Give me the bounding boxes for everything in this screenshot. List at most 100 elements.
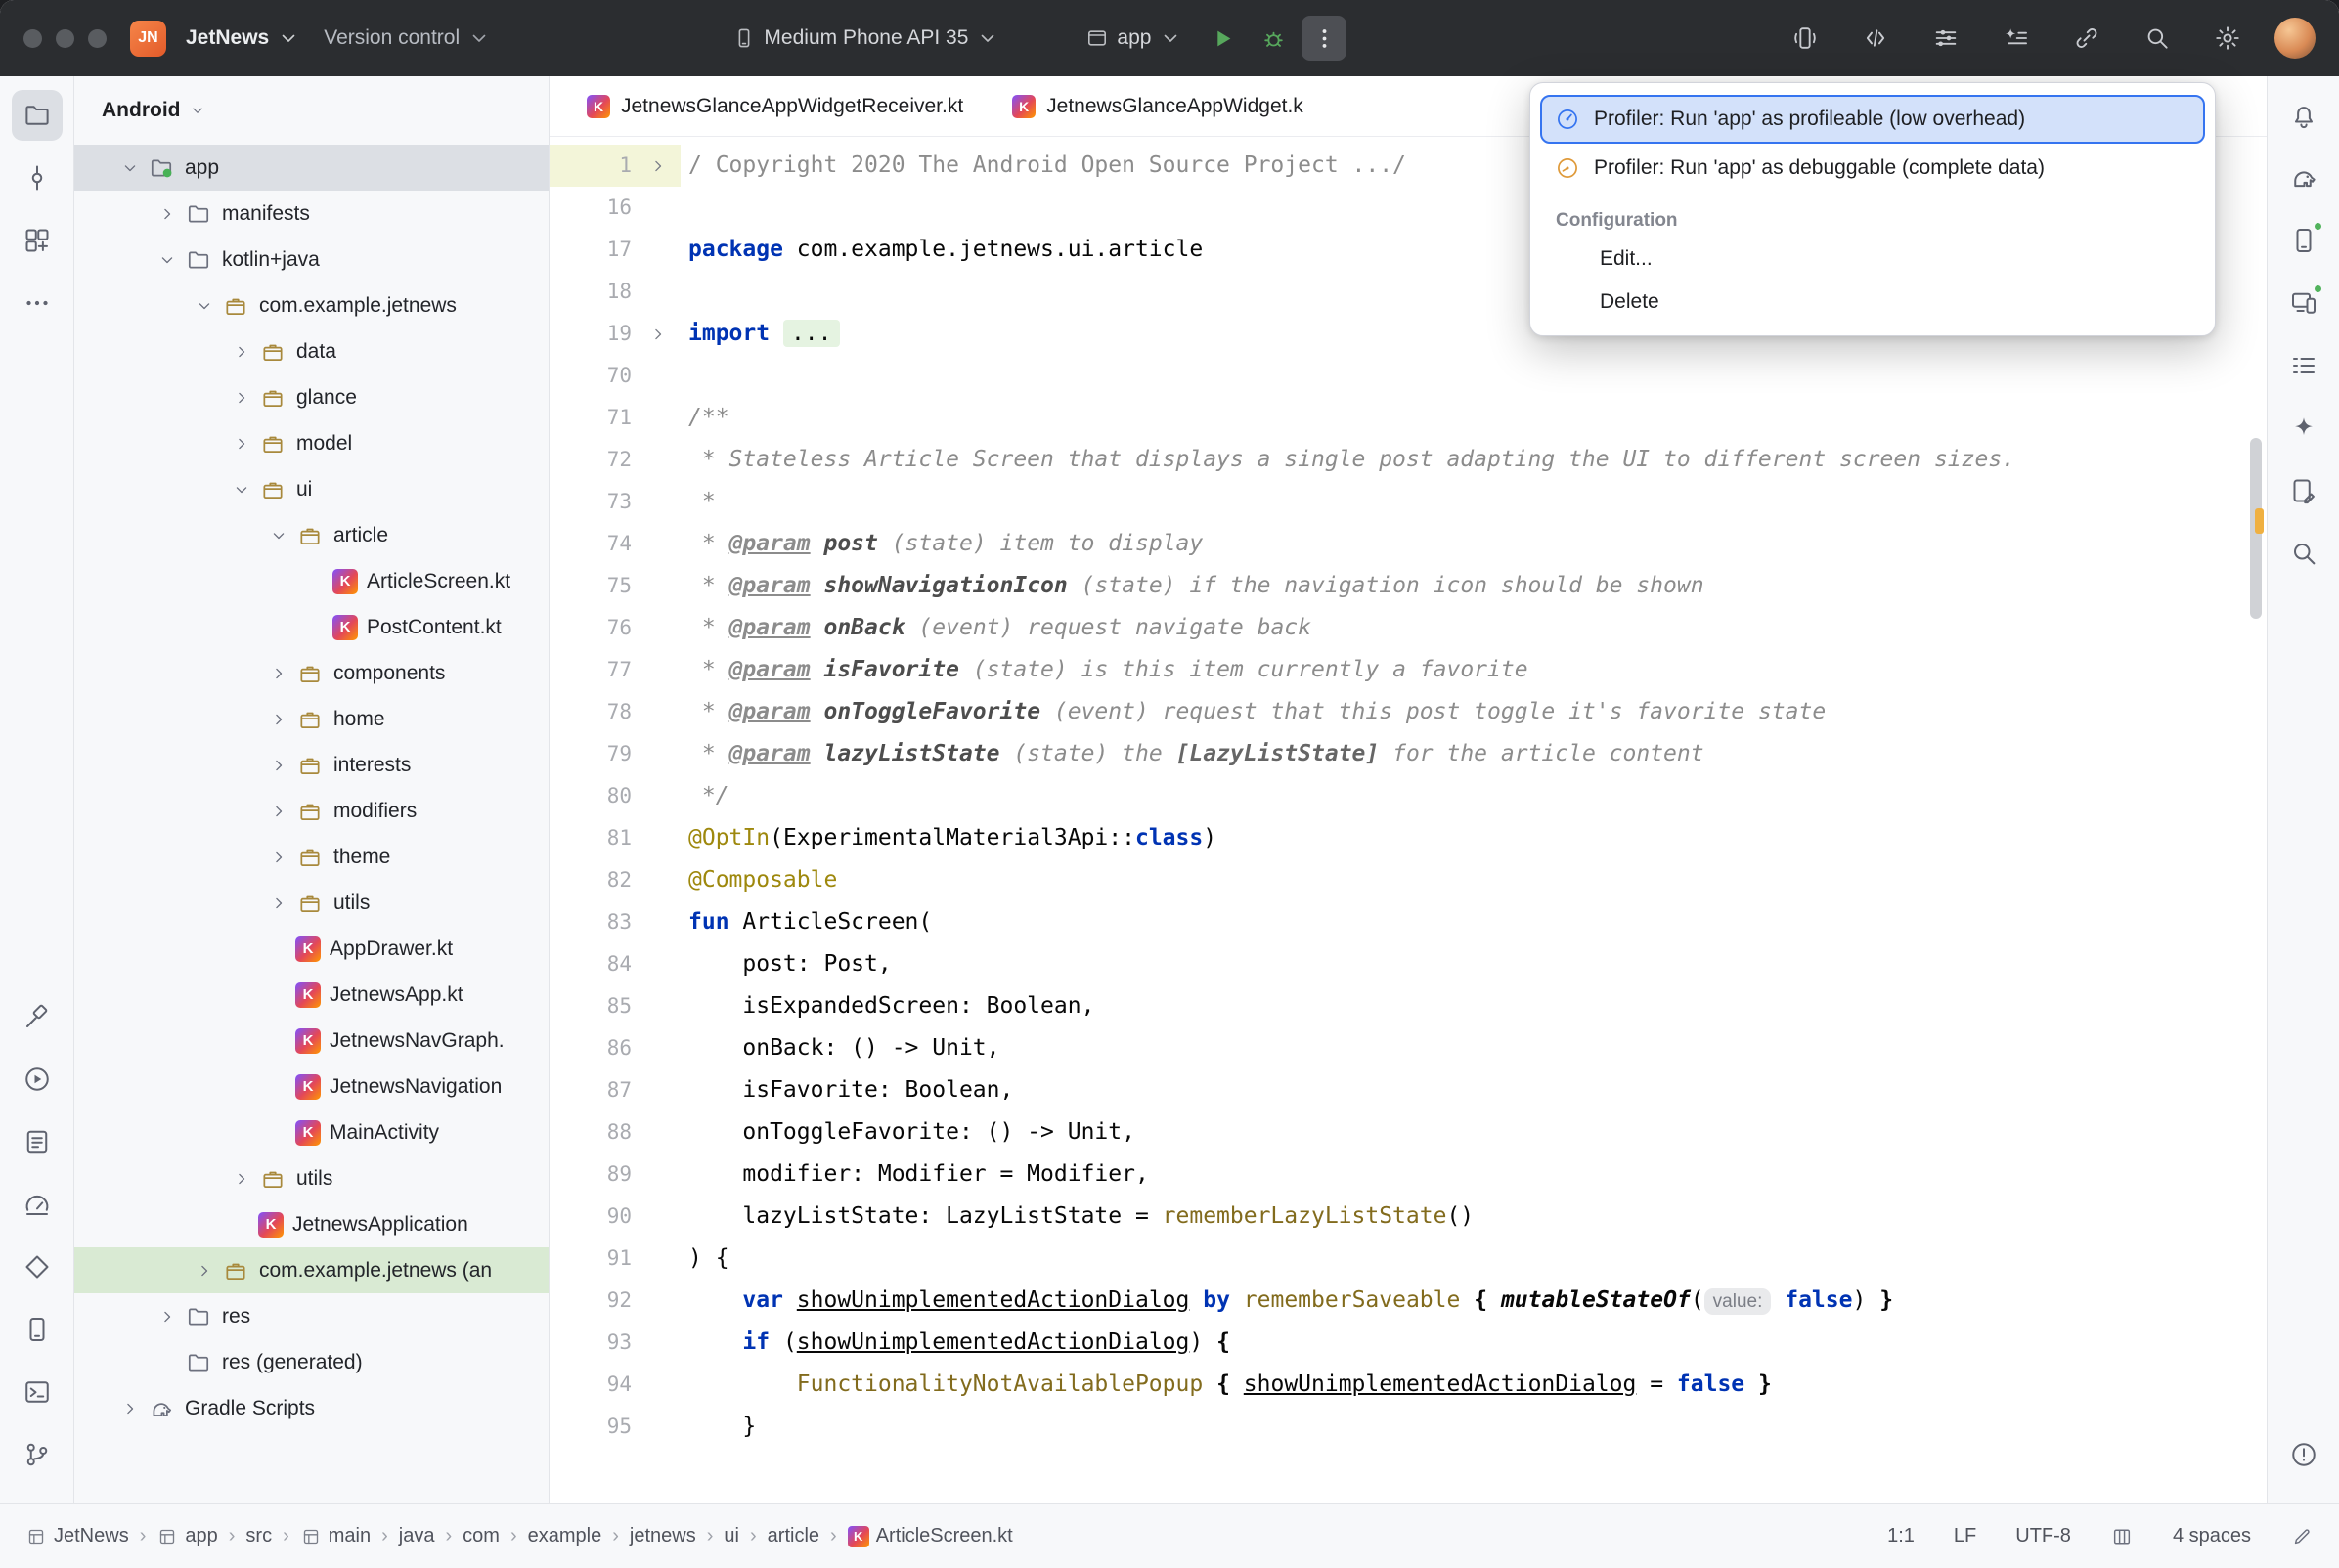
line-number[interactable]: 89 (550, 1154, 636, 1196)
chevron-right-icon[interactable] (225, 335, 258, 369)
tree-item-components[interactable]: components (74, 650, 549, 696)
chevron-down-icon[interactable] (188, 289, 221, 323)
tool-device-explorer-button[interactable] (12, 1304, 63, 1355)
device-selector[interactable]: Medium Phone API 35 (721, 18, 1011, 59)
more-run-options-button[interactable] (1302, 16, 1346, 61)
tool-project-folder-button[interactable] (12, 90, 63, 141)
chevron-right-icon[interactable] (225, 427, 258, 460)
line-number[interactable]: 83 (550, 901, 636, 943)
tree-item-com-example-jetnews[interactable]: com.example.jetnews (74, 283, 549, 328)
chevron-down-icon[interactable] (262, 519, 295, 552)
line-number[interactable]: 95 (550, 1406, 636, 1448)
tree-item-mainactivity[interactable]: KMainActivity (74, 1110, 549, 1155)
line-number[interactable]: 90 (550, 1196, 636, 1238)
popup-action-delete[interactable]: Delete (1540, 281, 2205, 324)
tree-item-appdrawer-kt[interactable]: KAppDrawer.kt (74, 926, 549, 972)
chevron-down-icon[interactable] (225, 473, 258, 506)
line-number[interactable]: 88 (550, 1111, 636, 1154)
file-encoding[interactable]: UTF-8 (2015, 1525, 2071, 1547)
line-number[interactable]: 91 (550, 1238, 636, 1280)
tree-item-kotlin-java[interactable]: kotlin+java (74, 237, 549, 283)
tool-changes-button[interactable] (2278, 465, 2329, 516)
avatar[interactable] (2274, 18, 2316, 59)
breadcrumb-com[interactable]: com (463, 1525, 500, 1547)
tree-item-data[interactable]: data (74, 328, 549, 374)
tool-problems-button[interactable] (2278, 1429, 2329, 1480)
tree-item-article[interactable]: article (74, 512, 549, 558)
tool-logcat-button[interactable] (12, 1116, 63, 1167)
line-number[interactable]: 78 (550, 691, 636, 733)
line-number[interactable]: 72 (550, 439, 636, 481)
tool-commit-button[interactable] (12, 152, 63, 203)
line-number[interactable]: 71 (550, 397, 636, 439)
tool-more-button[interactable] (12, 278, 63, 328)
display-filters-button[interactable] (1924, 17, 1967, 60)
tree-item-jetnewsapp-kt[interactable]: KJetnewsApp.kt (74, 972, 549, 1018)
tool-gemini-button[interactable] (2278, 403, 2329, 454)
line-number[interactable]: 79 (550, 733, 636, 775)
tree-item-ui[interactable]: ui (74, 466, 549, 512)
breadcrumb-example[interactable]: example (528, 1525, 602, 1547)
tree-item-jetnewsnavgraph[interactable]: KJetnewsNavGraph. (74, 1018, 549, 1064)
debug-button[interactable] (1251, 16, 1296, 61)
tree-item-res-generated[interactable]: res (generated) (74, 1339, 549, 1385)
line-number[interactable]: 86 (550, 1027, 636, 1069)
project-menu[interactable]: JetNews (174, 18, 312, 59)
tool-profiler-button[interactable] (12, 1179, 63, 1230)
run-button[interactable] (1200, 16, 1245, 61)
line-number[interactable]: 84 (550, 943, 636, 985)
line-number[interactable]: 77 (550, 649, 636, 691)
tree-item-app[interactable]: app (74, 145, 549, 191)
tool-terminal-button[interactable] (12, 1367, 63, 1417)
editor-scrollbar[interactable] (2248, 145, 2264, 1496)
line-number[interactable]: 16 (550, 187, 636, 229)
cursor-position[interactable]: 1:1 (1887, 1525, 1915, 1547)
breadcrumb-main[interactable]: main (300, 1525, 371, 1547)
editor-tab-jetnewsglanceappwidget-k[interactable]: KJetnewsGlanceAppWidget.k (991, 76, 1325, 136)
tree-item-postcontent-kt[interactable]: KPostContent.kt (74, 604, 549, 650)
tool-build-button[interactable] (12, 991, 63, 1042)
settings-button[interactable] (2206, 17, 2249, 60)
tree-item-theme[interactable]: theme (74, 834, 549, 880)
editor-code-area[interactable]: 1/ Copyright 2020 The Android Open Sourc… (550, 137, 2267, 1503)
tool-notifications-button[interactable] (2278, 90, 2329, 141)
tree-item-model[interactable]: model (74, 420, 549, 466)
tool-device-manager-button[interactable] (2278, 215, 2329, 266)
run-configuration-selector[interactable]: app (1074, 18, 1194, 59)
breadcrumb-ui[interactable]: ui (724, 1525, 739, 1547)
readonly-toggle-icon[interactable] (2290, 1525, 2314, 1548)
line-number[interactable]: 17 (550, 229, 636, 271)
tree-item-home[interactable]: home (74, 696, 549, 742)
editor-tab-jetnewsglanceappwidgetreceiver-kt[interactable]: KJetnewsGlanceAppWidgetReceiver.kt (565, 76, 985, 136)
chevron-right-icon[interactable] (151, 1300, 184, 1333)
tool-structure-button[interactable] (2278, 340, 2329, 391)
tool-resource-manager-button[interactable] (12, 215, 63, 266)
line-number[interactable]: 18 (550, 271, 636, 313)
close-button[interactable] (23, 29, 42, 48)
chevron-right-icon[interactable] (151, 197, 184, 231)
tree-item-jetnewsapplication[interactable]: KJetnewsApplication (74, 1201, 549, 1247)
tree-item-jetnewsnavigation[interactable]: KJetnewsNavigation (74, 1064, 549, 1110)
line-number[interactable]: 80 (550, 775, 636, 817)
minimize-button[interactable] (56, 29, 74, 48)
tool-find-button[interactable] (2278, 528, 2329, 579)
chevron-down-icon[interactable] (113, 152, 147, 185)
tool-run-button[interactable] (12, 1054, 63, 1105)
chevron-right-icon[interactable] (113, 1392, 147, 1425)
tree-item-gradle-scripts[interactable]: Gradle Scripts (74, 1385, 549, 1431)
breadcrumb-app[interactable]: app (156, 1525, 217, 1547)
breadcrumb-jetnews[interactable]: jetnews (630, 1525, 696, 1547)
inspection-marker[interactable] (2255, 508, 2264, 534)
line-number[interactable]: 74 (550, 523, 636, 565)
ai-actions-button[interactable] (1995, 17, 2038, 60)
editor-columns-icon[interactable] (2110, 1525, 2134, 1548)
tree-item-utils[interactable]: utils (74, 1155, 549, 1201)
tree-item-res[interactable]: res (74, 1293, 549, 1339)
chevron-right-icon[interactable] (262, 841, 295, 874)
tree-item-glance[interactable]: glance (74, 374, 549, 420)
tool-running-devices-button[interactable] (2278, 278, 2329, 328)
chevron-right-icon[interactable] (262, 795, 295, 828)
breadcrumb-java[interactable]: java (399, 1525, 435, 1547)
popup-action-edit[interactable]: Edit... (1540, 238, 2205, 281)
chevron-right-icon[interactable] (262, 657, 295, 690)
